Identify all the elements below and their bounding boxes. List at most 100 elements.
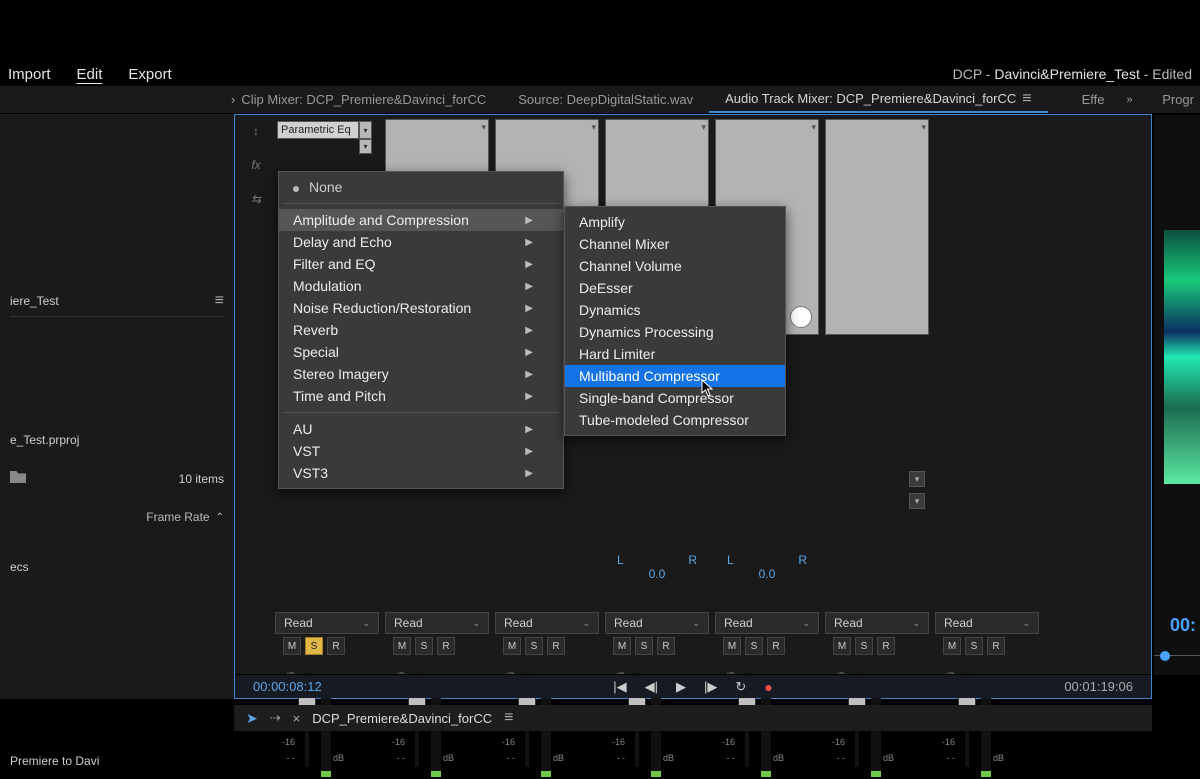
window-title: DCP - Davinci&Premiere_Test - Edited	[953, 66, 1192, 82]
tab-effects-truncated[interactable]: Effe	[1066, 86, 1121, 113]
fx-insert-context-menu: None Amplitude and Compression Delay and…	[278, 171, 564, 489]
project-panel-menu-icon[interactable]: ≡	[215, 292, 224, 310]
bin-item-count: 10 items	[179, 472, 224, 486]
tab-audio-track-mixer[interactable]: Audio Track Mixer: DCP_Premiere&Davinci_…	[709, 86, 1048, 113]
solo-button[interactable]: S	[415, 637, 433, 655]
record-arm-button[interactable]: R	[877, 637, 895, 655]
mute-button[interactable]: M	[283, 637, 301, 655]
overflow-chevron-icon[interactable]: »	[1127, 94, 1133, 106]
record-arm-button[interactable]: R	[327, 637, 345, 655]
playhead-icon[interactable]	[1160, 651, 1170, 661]
send-dropdown-icon[interactable]: ▾	[909, 471, 925, 487]
ctx-item-reverb[interactable]: Reverb	[279, 319, 563, 341]
pan-L: L	[617, 553, 624, 567]
ctx-item-none[interactable]: None	[279, 176, 563, 198]
program-scrubber[interactable]	[1154, 655, 1200, 661]
ctx-item-vst[interactable]: VST	[279, 440, 563, 462]
panel-tabs-row: › Clip Mixer: DCP_Premiere&Davinci_forCC…	[0, 86, 1200, 114]
pan-knob[interactable]	[790, 306, 812, 328]
sequence-panel-menu-icon[interactable]: ≡	[504, 709, 513, 727]
ctx-item-multiband-compressor[interactable]: Multiband Compressor	[565, 365, 785, 387]
ctx-item-amplify[interactable]: Amplify	[565, 211, 785, 233]
mute-button[interactable]: M	[393, 637, 411, 655]
solo-button[interactable]: S	[305, 637, 323, 655]
automation-mode-dropdown[interactable]: Read⌄	[385, 612, 489, 634]
ctx-item-special[interactable]: Special	[279, 341, 563, 363]
solo-button[interactable]: S	[525, 637, 543, 655]
mute-button[interactable]: M	[943, 637, 961, 655]
automation-mode-dropdown[interactable]: Read⌄	[495, 612, 599, 634]
automation-mode-dropdown[interactable]: Read⌄	[605, 612, 709, 634]
ctx-item-single-band-compressor[interactable]: Single-band Compressor	[565, 387, 785, 409]
step-forward-icon[interactable]: |▶	[704, 679, 717, 695]
selection-tool-icon[interactable]: ➤	[246, 710, 258, 727]
insert-tool-icon[interactable]: ⇢	[270, 710, 281, 726]
record-arm-button[interactable]: R	[987, 637, 1005, 655]
ctx-item-modulation[interactable]: Modulation	[279, 275, 563, 297]
tab-program-truncated[interactable]: Progr	[1146, 86, 1200, 113]
pan-R: R	[688, 553, 697, 567]
pan-value[interactable]: 0.0	[649, 567, 666, 581]
ctx-item-filter-eq[interactable]: Filter and EQ	[279, 253, 563, 275]
fx-show-toggle-icon[interactable]: ↕	[246, 121, 266, 141]
send-row-2: ▾	[275, 493, 929, 509]
ctx-item-channel-mixer[interactable]: Channel Mixer	[565, 233, 785, 255]
record-arm-button[interactable]: R	[767, 637, 785, 655]
automation-mode-dropdown[interactable]: Read⌄	[275, 612, 379, 634]
ctx-item-amplitude-compression[interactable]: Amplitude and Compression	[279, 209, 563, 231]
fx-slot-track-6[interactable]: ▾	[825, 119, 929, 335]
ctx-item-noise-reduction[interactable]: Noise Reduction/Restoration	[279, 297, 563, 319]
play-icon[interactable]: ▶	[676, 679, 686, 695]
ctx-item-tube-modeled-compressor[interactable]: Tube-modeled Compressor	[565, 409, 785, 431]
automation-mode-dropdown[interactable]: Read⌄	[715, 612, 819, 634]
mute-button[interactable]: M	[613, 637, 631, 655]
solo-button[interactable]: S	[965, 637, 983, 655]
row-truncated-ecs[interactable]: ecs	[10, 560, 224, 574]
ctx-item-au[interactable]: AU	[279, 418, 563, 440]
menu-import[interactable]: Import	[8, 66, 51, 83]
loop-icon[interactable]: ↻	[735, 679, 746, 695]
pan-value[interactable]: 0.0	[759, 567, 776, 581]
close-sequence-icon[interactable]: ×	[293, 711, 301, 726]
ctx-item-deesser[interactable]: DeEsser	[565, 277, 785, 299]
panel-menu-icon[interactable]: ≡	[1022, 90, 1031, 108]
menu-edit[interactable]: Edit	[77, 66, 103, 83]
send-dropdown-icon[interactable]: ▾	[909, 493, 925, 509]
ctx-item-time-pitch[interactable]: Time and Pitch	[279, 385, 563, 407]
step-back-icon[interactable]: ◀|	[645, 679, 658, 695]
menu-export[interactable]: Export	[128, 66, 171, 83]
column-frame-rate[interactable]: Frame Rate	[146, 510, 209, 524]
automation-mode-dropdown[interactable]: Read⌄	[825, 612, 929, 634]
timecode-current[interactable]: 00:00:08:12	[253, 679, 322, 694]
timeline-sequence-tabs: ➤ ⇢ × DCP_Premiere&Davinci_forCC ≡	[234, 705, 1152, 731]
ctx-item-dynamics[interactable]: Dynamics	[565, 299, 785, 321]
ctx-item-channel-volume[interactable]: Channel Volume	[565, 255, 785, 277]
solo-button[interactable]: S	[745, 637, 763, 655]
record-arm-button[interactable]: R	[657, 637, 675, 655]
record-icon[interactable]: ●	[764, 679, 772, 695]
mute-button[interactable]: M	[503, 637, 521, 655]
ctx-item-dynamics-processing[interactable]: Dynamics Processing	[565, 321, 785, 343]
tab-source[interactable]: Source: DeepDigitalStatic.wav	[502, 86, 709, 113]
record-arm-button[interactable]: R	[547, 637, 565, 655]
ctx-item-stereo-imagery[interactable]: Stereo Imagery	[279, 363, 563, 385]
tab-clip-mixer[interactable]: › Clip Mixer: DCP_Premiere&Davinci_forCC	[225, 86, 502, 113]
record-arm-button[interactable]: R	[437, 637, 455, 655]
pan-row: LR 0.0 LR 0.0	[275, 553, 929, 581]
ctx-item-hard-limiter[interactable]: Hard Limiter	[565, 343, 785, 365]
video-preview-sliver	[1164, 230, 1200, 484]
sequence-tab-name[interactable]: DCP_Premiere&Davinci_forCC	[312, 711, 492, 726]
pan-L: L	[727, 553, 734, 567]
mute-button[interactable]: M	[723, 637, 741, 655]
row-truncated-premiere-davi[interactable]: Premiere to Davi	[10, 754, 224, 768]
go-to-in-icon[interactable]: |◀	[613, 679, 626, 695]
solo-button[interactable]: S	[855, 637, 873, 655]
solo-button[interactable]: S	[635, 637, 653, 655]
bin-icon	[10, 471, 26, 483]
sort-chevron-icon[interactable]: ⌃	[216, 512, 224, 523]
automation-mode-dropdown[interactable]: Read⌄	[935, 612, 1039, 634]
ctx-item-vst3[interactable]: VST3	[279, 462, 563, 484]
mute-button[interactable]: M	[833, 637, 851, 655]
ctx-item-delay-echo[interactable]: Delay and Echo	[279, 231, 563, 253]
fx-sends-icon[interactable]: ⇆	[246, 189, 266, 209]
